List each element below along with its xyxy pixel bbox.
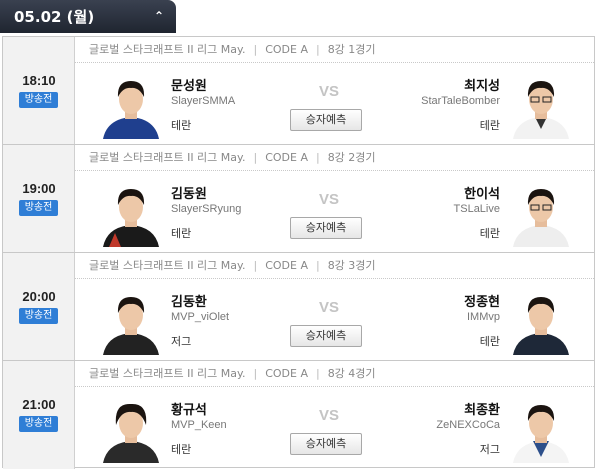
match-info: 글로벌 스타크래프트 II 리그 May. | CODE A | 8강 1경기 (75, 37, 594, 63)
match-info: 글로벌 스타크래프트 II 리그 May. | CODE A | 8강 2경기 (75, 145, 594, 171)
vs-label: VS (319, 191, 340, 208)
vs-label: VS (319, 407, 340, 424)
match-code: CODE A (265, 43, 308, 56)
player-id: SlayerSRyung (171, 203, 242, 215)
date-label: 05.02 (월) (14, 8, 95, 26)
player-race: 테란 (479, 335, 500, 348)
match-round: 8강 3경기 (327, 259, 376, 272)
time-column: 20:00 방송전 (3, 253, 75, 360)
time-column: 21:00 방송전 (3, 361, 75, 469)
date-header[interactable]: 05.02 (월) ⌃ (0, 0, 176, 33)
match-round: 8강 1경기 (327, 43, 376, 56)
time-column: 18:10 방송전 (3, 37, 75, 144)
player-photo (101, 73, 161, 139)
player-photo (101, 181, 161, 247)
player-id: ZeNEXCoCa (436, 419, 500, 431)
match-time: 19:00 (22, 181, 56, 196)
match-row: 20:00 방송전 글로벌 스타크래프트 II 리그 May. | CODE A | 8… (3, 253, 594, 361)
player-race: 테란 (479, 119, 500, 132)
player-id: SlayerSMMA (171, 95, 236, 107)
status-badge: 방송전 (19, 92, 58, 108)
player-name[interactable]: 최지성 (464, 75, 500, 94)
match-row: 19:00 방송전 글로벌 스타크래프트 II 리그 May. | CODE A | 8… (3, 145, 594, 253)
player-photo (511, 289, 571, 355)
player-photo (101, 397, 161, 463)
player-id: TSLaLive (453, 203, 500, 215)
match-list: 18:10 방송전 글로벌 스타크래프트 II 리그 May. | CODE A | 8… (2, 36, 595, 469)
player-race: 저그 (171, 335, 192, 348)
league-name: 글로벌 스타크래프트 II 리그 May. (89, 43, 246, 56)
player-photo (511, 73, 571, 139)
chevron-up-icon[interactable]: ⌃ (154, 9, 164, 23)
player-race: 저그 (479, 443, 500, 456)
match-info: 글로벌 스타크래프트 II 리그 May. | CODE A | 8강 4경기 (75, 361, 594, 387)
vs-label: VS (319, 299, 340, 316)
player-photo (101, 289, 161, 355)
player-name[interactable]: 정종현 (464, 291, 500, 310)
predict-winner-button[interactable]: 승자예측 (290, 109, 362, 131)
match-time: 21:00 (22, 397, 56, 412)
league-name: 글로벌 스타크래프트 II 리그 May. (89, 259, 246, 272)
player-id: StarTaleBomber (421, 95, 500, 107)
player-race: 테란 (479, 227, 500, 240)
status-badge: 방송전 (19, 308, 58, 324)
league-name: 글로벌 스타크래프트 II 리그 May. (89, 151, 246, 164)
match-row: 18:10 방송전 글로벌 스타크래프트 II 리그 May. | CODE A | 8… (3, 37, 594, 145)
league-name: 글로벌 스타크래프트 II 리그 May. (89, 367, 246, 380)
match-info: 글로벌 스타크래프트 II 리그 May. | CODE A | 8강 3경기 (75, 253, 594, 279)
player-name[interactable]: 김동원 (171, 183, 207, 202)
player-race: 테란 (171, 443, 192, 456)
player-race: 테란 (171, 227, 192, 240)
player-name[interactable]: 최종환 (464, 399, 500, 418)
player-race: 테란 (171, 119, 192, 132)
predict-winner-button[interactable]: 승자예측 (290, 433, 362, 455)
match-code: CODE A (265, 259, 308, 272)
match-round: 8강 4경기 (327, 367, 376, 380)
match-code: CODE A (265, 151, 308, 164)
predict-winner-button[interactable]: 승자예측 (290, 325, 362, 347)
player-name[interactable]: 한이석 (464, 183, 500, 202)
match-time: 18:10 (22, 73, 56, 88)
match-round: 8강 2경기 (327, 151, 376, 164)
match-time: 20:00 (22, 289, 56, 304)
status-badge: 방송전 (19, 200, 58, 216)
player-id: IMMvp (467, 311, 500, 323)
player-photo (511, 181, 571, 247)
player-id: MVP_Keen (171, 419, 227, 431)
player-name[interactable]: 황규석 (171, 399, 207, 418)
match-code: CODE A (265, 367, 308, 380)
player-photo (511, 397, 571, 463)
player-name[interactable]: 김동환 (171, 291, 207, 310)
time-column: 19:00 방송전 (3, 145, 75, 252)
vs-label: VS (319, 83, 340, 100)
match-row: 21:00 방송전 글로벌 스타크래프트 II 리그 May. | CODE A | 8… (3, 361, 594, 469)
player-id: MVP_viOlet (171, 311, 230, 323)
predict-winner-button[interactable]: 승자예측 (290, 217, 362, 239)
player-name[interactable]: 문성원 (171, 75, 207, 94)
status-badge: 방송전 (19, 416, 58, 432)
